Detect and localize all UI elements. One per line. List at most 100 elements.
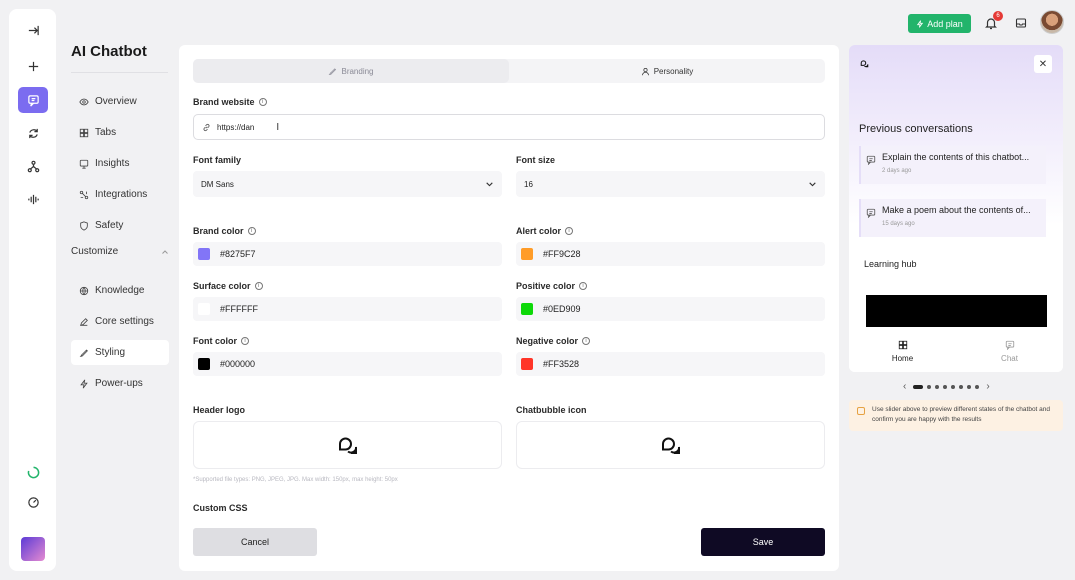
tab-branding[interactable]: Branding bbox=[193, 59, 509, 83]
color-swatch[interactable] bbox=[521, 303, 533, 315]
previous-conversations-heading: Previous conversations bbox=[859, 123, 973, 135]
lightning-icon bbox=[80, 379, 88, 388]
nav-item-power-ups[interactable]: Power-ups bbox=[71, 371, 169, 396]
conversation-title: Explain the contents of this chatbot... bbox=[882, 152, 1030, 162]
lightning-icon bbox=[917, 19, 924, 28]
slider-dot[interactable] bbox=[913, 384, 924, 389]
conversation-item[interactable]: Explain the contents of this chatbot... … bbox=[859, 146, 1046, 184]
conversation-date: 15 days ago bbox=[882, 221, 915, 227]
nav-item-label: Tabs bbox=[95, 127, 117, 138]
text-cursor-icon: I bbox=[276, 121, 280, 133]
brand-website-input[interactable]: https://dan I bbox=[193, 114, 825, 140]
nav-section-customize[interactable]: Customize bbox=[71, 246, 169, 257]
header-logo-upload[interactable] bbox=[193, 421, 502, 469]
nav-item-insights[interactable]: Insights bbox=[71, 151, 169, 176]
positive-color-label: Positive color i bbox=[516, 281, 588, 291]
nav-item-tabs[interactable]: Tabs bbox=[71, 120, 169, 145]
close-icon[interactable]: ✕ bbox=[1034, 55, 1052, 73]
info-icon[interactable]: i bbox=[579, 282, 588, 290]
add-plan-label: Add plan bbox=[927, 18, 963, 29]
link-icon bbox=[203, 123, 210, 131]
color-swatch[interactable] bbox=[198, 248, 210, 260]
avatar[interactable] bbox=[1040, 10, 1064, 34]
surface-color-field[interactable]: #FFFFFF bbox=[193, 297, 502, 321]
font-color-field[interactable]: #000000 bbox=[193, 352, 502, 376]
color-swatch[interactable] bbox=[198, 303, 210, 315]
chatbot-icon[interactable] bbox=[18, 87, 48, 113]
alert-color-label: Alert color i bbox=[516, 226, 574, 236]
nav-item-label: Knowledge bbox=[95, 285, 145, 296]
eye-icon bbox=[79, 98, 89, 105]
plus-icon[interactable] bbox=[18, 53, 48, 79]
nav-item-label: Overview bbox=[95, 96, 137, 107]
home-grid-icon bbox=[898, 340, 907, 350]
inbox-icon[interactable] bbox=[1015, 17, 1027, 29]
nav-item-integrations[interactable]: Integrations bbox=[71, 182, 169, 207]
info-icon[interactable]: i bbox=[254, 282, 263, 290]
label-text: Positive color bbox=[516, 281, 576, 291]
chart-icon bbox=[79, 159, 89, 169]
message-icon bbox=[1005, 340, 1014, 350]
brush-icon bbox=[329, 67, 337, 75]
message-icon bbox=[866, 155, 876, 165]
nav-item-safety[interactable]: Safety bbox=[71, 213, 169, 238]
surface-color-label: Surface color i bbox=[193, 281, 263, 291]
slider-dot[interactable] bbox=[959, 384, 964, 389]
preview-tab-home[interactable]: Home bbox=[849, 331, 956, 372]
sync-icon[interactable] bbox=[18, 120, 48, 146]
chevron-left-icon[interactable]: ‹ bbox=[903, 381, 906, 392]
color-swatch[interactable] bbox=[198, 358, 210, 370]
info-icon[interactable]: i bbox=[258, 98, 267, 106]
color-swatch[interactable] bbox=[521, 248, 533, 260]
slider-dot[interactable] bbox=[927, 384, 932, 389]
info-icon[interactable]: i bbox=[582, 337, 591, 345]
positive-color-field[interactable]: #0ED909 bbox=[516, 297, 825, 321]
learning-hub-video[interactable] bbox=[866, 295, 1047, 327]
puzzle-icon bbox=[79, 190, 89, 199]
label-text: Brand color bbox=[193, 226, 244, 236]
pencil-icon bbox=[80, 317, 88, 326]
nav-item-label: Safety bbox=[95, 220, 124, 231]
network-icon[interactable] bbox=[18, 153, 48, 179]
conversation-item[interactable]: Make a poem about the contents of... 15 … bbox=[859, 199, 1046, 237]
nav-section-label: Customize bbox=[71, 246, 119, 257]
add-plan-button[interactable]: Add plan bbox=[908, 14, 971, 33]
upload-hint: *Supported file types: PNG, JPEG, JPG. M… bbox=[193, 477, 398, 483]
slider-dot[interactable] bbox=[967, 384, 972, 389]
chatbubble-icon-upload[interactable] bbox=[516, 421, 825, 469]
font-family-value: DM Sans bbox=[201, 179, 234, 189]
audio-wave-icon[interactable] bbox=[18, 186, 48, 212]
collapse-icon[interactable] bbox=[18, 17, 48, 43]
nav-item-styling[interactable]: Styling bbox=[71, 340, 169, 365]
preview-tab-chat[interactable]: Chat bbox=[956, 331, 1063, 372]
nav-item-core-settings[interactable]: Core settings bbox=[71, 309, 169, 334]
font-size-label: Font size bbox=[516, 155, 556, 165]
chevron-down-icon bbox=[809, 181, 816, 186]
tab-personality[interactable]: Personality bbox=[509, 59, 825, 83]
font-family-select[interactable]: DM Sans bbox=[193, 171, 502, 197]
save-button[interactable]: Save bbox=[701, 528, 825, 556]
cancel-button[interactable]: Cancel bbox=[193, 528, 317, 556]
nav-item-label: Styling bbox=[95, 347, 126, 358]
slider-dot[interactable] bbox=[935, 384, 940, 389]
workspace-logo[interactable] bbox=[21, 537, 45, 561]
info-icon[interactable]: i bbox=[247, 227, 256, 235]
info-icon[interactable]: i bbox=[565, 227, 574, 235]
slider-dot[interactable] bbox=[943, 384, 948, 389]
gauge-icon[interactable] bbox=[18, 489, 48, 515]
negative-color-field[interactable]: #FF3528 bbox=[516, 352, 825, 376]
brand-color-value: #8275F7 bbox=[220, 249, 256, 259]
slider-dot[interactable] bbox=[975, 384, 980, 389]
nav-item-label: Insights bbox=[95, 158, 130, 169]
alert-color-field[interactable]: #FF9C28 bbox=[516, 242, 825, 266]
font-size-select[interactable]: 16 bbox=[516, 171, 825, 197]
nav-item-knowledge[interactable]: Knowledge bbox=[71, 278, 169, 303]
chevron-right-icon[interactable]: › bbox=[986, 381, 989, 392]
info-icon[interactable]: i bbox=[241, 337, 249, 345]
color-swatch[interactable] bbox=[521, 358, 533, 370]
positive-color-value: #0ED909 bbox=[543, 304, 581, 314]
brand-color-label: Brand color i bbox=[193, 226, 256, 236]
brand-color-field[interactable]: #8275F7 bbox=[193, 242, 502, 266]
nav-item-overview[interactable]: Overview bbox=[71, 89, 169, 114]
slider-dot[interactable] bbox=[951, 384, 956, 389]
